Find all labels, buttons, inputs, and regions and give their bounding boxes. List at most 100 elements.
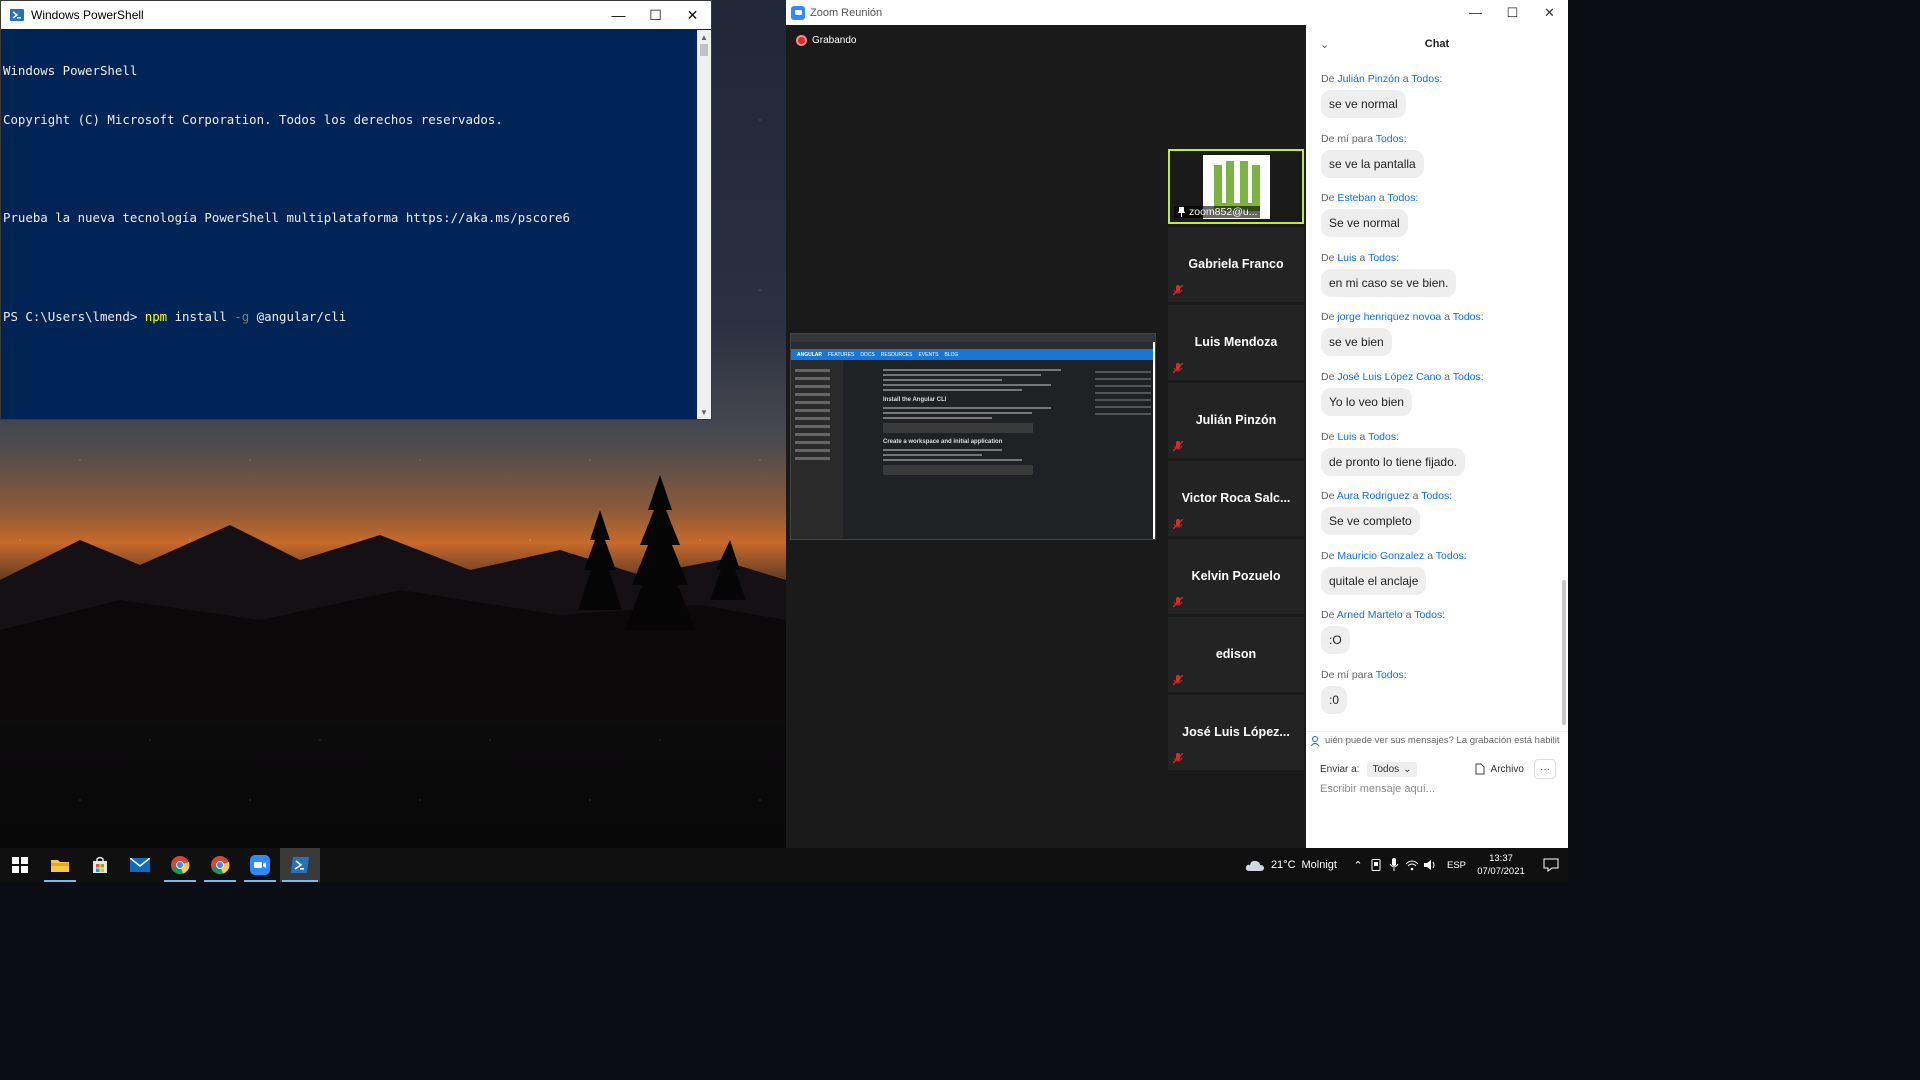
notifications-button[interactable] <box>1534 848 1568 882</box>
file-icon <box>1475 763 1485 775</box>
chat-messages[interactable]: De Julián Pinzón a Todos: se ve normal D… <box>1306 63 1560 728</box>
weather-widget[interactable]: 21°C Molnigt <box>1245 858 1337 872</box>
prompt: PS C:\Users\lmend> <box>3 308 145 324</box>
message-sender[interactable]: Luis <box>1337 252 1356 264</box>
start-icon <box>12 857 28 873</box>
zoom-meeting-window[interactable]: Zoom Reunión — ☐ ✕ Grabando ANGULAR FEAT… <box>786 0 1568 848</box>
message-meta: De Luis a Todos: <box>1321 430 1400 443</box>
taskbar-chrome[interactable] <box>200 848 240 882</box>
participant-tile-pinned[interactable]: zoom852@u... <box>1168 149 1304 224</box>
recording-icon <box>796 35 807 46</box>
maximize-button[interactable]: ☐ <box>1494 0 1531 27</box>
more-options-button[interactable]: ··· <box>1534 759 1556 779</box>
chat-scrollbar[interactable] <box>1562 580 1566 725</box>
device-icon[interactable] <box>1367 848 1385 882</box>
command-arg: @angular/cli <box>249 308 347 324</box>
chevron-up-icon[interactable]: ⌃ <box>1349 848 1367 882</box>
participant-tile[interactable]: Victor Roca Salc... <box>1168 461 1304 536</box>
message-meta: De mí para Todos: <box>1321 132 1407 145</box>
message-sender[interactable]: jorge henriquez novoa <box>1337 311 1441 323</box>
recording-label: Grabando <box>812 35 857 46</box>
chat-message: De Aura Rodriguez a Todos: Se ve complet… <box>1306 480 1560 540</box>
shared-nav-item: BLOG <box>944 351 959 358</box>
scroll-up-icon[interactable]: ▲ <box>697 30 711 44</box>
close-button[interactable]: ✕ <box>1531 0 1568 27</box>
participant-name: Victor Roca Salc... <box>1181 491 1291 505</box>
chat-message: De Arned Martelo a Todos: :O <box>1306 599 1560 659</box>
vertical-scrollbar[interactable]: ▲ ▼ <box>697 30 711 419</box>
powershell-window[interactable]: Windows PowerShell — ☐ ✕ Windows PowerSh… <box>0 0 712 420</box>
maximize-button[interactable]: ☐ <box>637 1 674 29</box>
minimize-button[interactable]: — <box>600 1 637 29</box>
cloud-icon <box>1245 860 1264 871</box>
message-recipient: Todos: <box>1435 549 1467 562</box>
recording-indicator[interactable]: Grabando <box>796 35 856 46</box>
file-explorer-icon <box>51 860 69 872</box>
minimize-button[interactable]: — <box>1457 0 1494 27</box>
console-line: Prueba la nueva tecnología PowerShell mu… <box>3 210 570 226</box>
message-bubble: Yo lo veo bien <box>1321 387 1412 416</box>
message-sender[interactable]: Julián Pinzón <box>1337 73 1399 85</box>
file-button[interactable]: Archivo <box>1475 763 1524 775</box>
chat-message-input[interactable] <box>1320 783 1540 795</box>
message-sender[interactable]: Aura Rodriguez <box>1337 490 1410 502</box>
volume-icon[interactable] <box>1421 848 1439 882</box>
taskbar-mail[interactable] <box>120 848 160 882</box>
scroll-thumb[interactable] <box>700 44 708 56</box>
message-recipient: Todos: <box>1421 490 1453 503</box>
powershell-titlebar[interactable]: Windows PowerShell — ☐ ✕ <box>1 1 711 29</box>
screen-share-view[interactable]: ANGULAR FEATURES DOCS RESOURCES EVENTS B… <box>790 333 1156 540</box>
message-recipient: Todos: <box>1368 251 1400 264</box>
message-sender[interactable]: Luis <box>1337 431 1356 443</box>
zoom-icon <box>250 855 270 875</box>
notification-icon <box>1543 858 1559 872</box>
participant-tile[interactable]: edison <box>1168 617 1304 692</box>
taskbar-file-explorer[interactable] <box>40 848 80 882</box>
message-meta: De mí para Todos: <box>1321 668 1407 681</box>
privacy-notice[interactable]: uién puede ver sus mensajes? La grabació… <box>1306 731 1568 749</box>
recipient-dropdown[interactable]: Todos ⌄ <box>1367 761 1417 777</box>
window-title: Windows PowerShell <box>31 8 144 22</box>
chat-message: De Julián Pinzón a Todos: se ve normal <box>1306 63 1560 123</box>
chevron-down-icon[interactable]: ⌄ <box>1320 38 1329 51</box>
start-button[interactable] <box>0 848 40 882</box>
participant-tile[interactable]: Kelvin Pozuelo <box>1168 539 1304 614</box>
message-sender[interactable]: José Luis López Cano <box>1337 371 1441 383</box>
scroll-down-icon[interactable]: ▼ <box>697 405 711 419</box>
console-line: Copyright (C) Microsoft Corporation. Tod… <box>3 112 503 128</box>
participant-name: José Luis López... <box>1182 725 1290 739</box>
clock-time: 13:37 <box>1489 853 1513 864</box>
taskbar-chrome[interactable] <box>160 848 200 882</box>
participant-tile[interactable]: Julián Pinzón <box>1168 383 1304 458</box>
microphone-icon[interactable] <box>1385 848 1403 882</box>
shared-nav-item: FEATURES <box>828 351 855 358</box>
participant-tile[interactable]: José Luis López... <box>1168 695 1304 770</box>
send-to-label: Enviar a: <box>1320 763 1360 775</box>
taskbar-zoom[interactable] <box>240 848 280 882</box>
participant-tile[interactable]: Luis Mendoza <box>1168 305 1304 380</box>
command-line: PS C:\Users\lmend> npm install -g @angul… <box>3 309 695 325</box>
chat-message: De Esteban a Todos: Se ve normal <box>1306 182 1560 242</box>
participant-name: zoom852@u... <box>1174 206 1261 218</box>
message-sender[interactable]: Mauricio Gonzalez <box>1337 550 1424 562</box>
message-sender[interactable]: Arned Martelo <box>1337 609 1403 621</box>
message-bubble: se ve bien <box>1321 328 1392 357</box>
command-name: npm <box>144 308 168 324</box>
message-recipient: Todos: <box>1414 609 1446 622</box>
taskbar-powershell[interactable] <box>280 848 320 882</box>
message-sender[interactable]: Esteban <box>1337 192 1376 204</box>
message-bubble: :0 <box>1321 685 1348 714</box>
console-output[interactable]: Windows PowerShell Copyright (C) Microso… <box>1 30 697 419</box>
participant-tile[interactable]: Gabriela Franco <box>1168 227 1304 302</box>
powershell-icon <box>291 857 309 873</box>
wifi-icon[interactable] <box>1403 848 1421 882</box>
language-indicator[interactable]: ESP <box>1447 860 1466 871</box>
shared-doc-sidebar <box>791 360 843 539</box>
message-meta: De Mauricio Gonzalez a Todos: <box>1321 549 1467 562</box>
message-recipient: Todos: <box>1387 192 1419 205</box>
close-button[interactable]: ✕ <box>674 1 711 29</box>
clock[interactable]: 13:37 07/07/2021 <box>1476 852 1526 878</box>
zoom-titlebar[interactable]: Zoom Reunión — ☐ ✕ <box>786 0 1568 25</box>
weather-desc: Molnigt <box>1301 859 1337 871</box>
taskbar-store[interactable] <box>80 848 120 882</box>
